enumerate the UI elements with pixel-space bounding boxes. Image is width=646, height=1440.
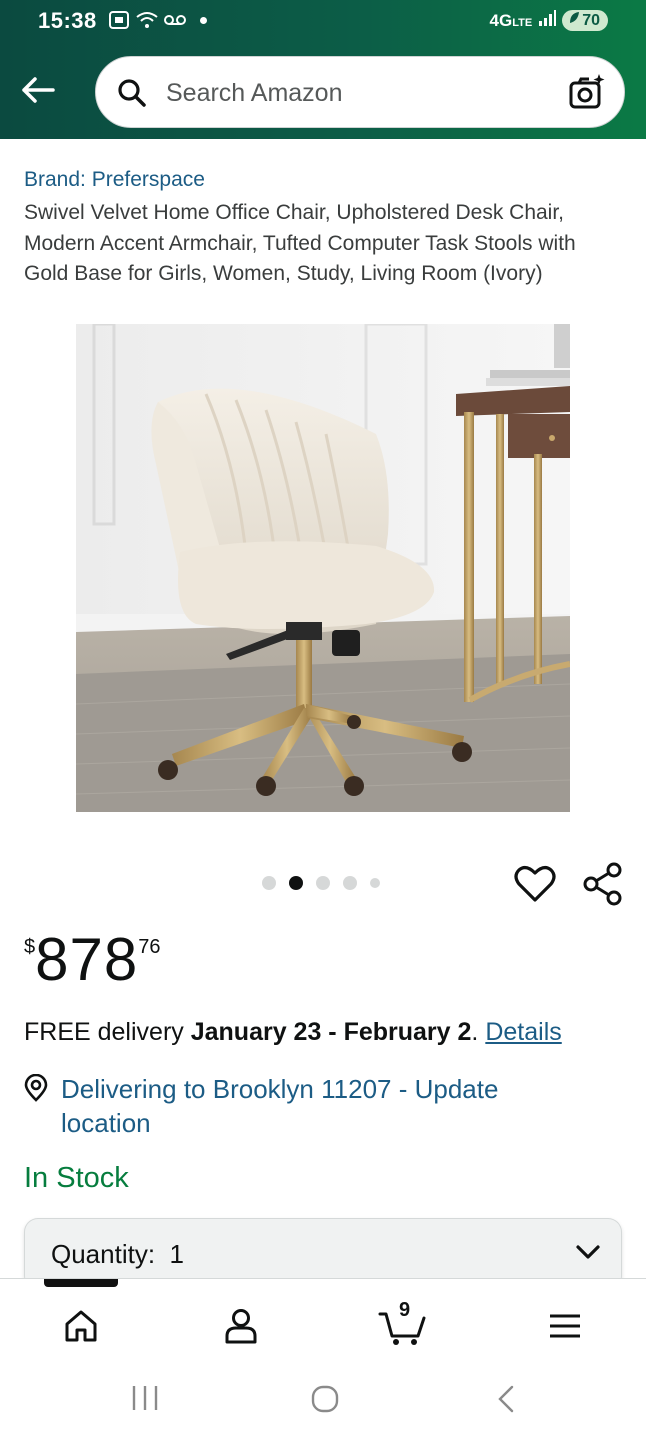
quantity-value: 1 — [169, 1239, 184, 1269]
delivery-details-link[interactable]: Details — [485, 1018, 561, 1046]
quantity-label-text: Quantity: — [51, 1239, 156, 1269]
signal-icon — [538, 10, 557, 31]
price-whole: 878 — [35, 926, 139, 993]
arrow-left-icon — [22, 77, 55, 103]
location-text[interactable]: Delivering to Brooklyn 11207 - Update lo… — [61, 1072, 561, 1140]
carousel-dot[interactable] — [262, 876, 276, 890]
chevron-left-icon — [498, 1385, 514, 1413]
camera-search-button[interactable] — [568, 73, 606, 116]
status-icons — [108, 10, 207, 30]
notification-dot — [200, 16, 207, 24]
price: $ 878 76 — [24, 928, 160, 992]
status-bar: 15:38 4GLTE 70 — [0, 0, 646, 44]
delivery-dates: January 23 - February 2 — [190, 1018, 472, 1046]
search-bar[interactable] — [95, 56, 625, 128]
recent-apps-button[interactable] — [130, 1384, 160, 1417]
battery-indicator: 70 — [562, 10, 608, 31]
brand-link[interactable]: Brand: Preferspace — [24, 168, 205, 192]
location-pin-icon — [24, 1074, 48, 1102]
network-indicator: 4GLTE — [490, 11, 533, 31]
battery-level: 70 — [582, 11, 600, 29]
image-carousel-indicator[interactable] — [262, 876, 380, 890]
battery-leaf-icon — [568, 11, 580, 30]
nav-account-button[interactable] — [216, 1301, 266, 1351]
back-system-button[interactable] — [494, 1384, 516, 1419]
delivery-location[interactable]: Delivering to Brooklyn 11207 - Update lo… — [24, 1072, 561, 1140]
bottom-navigation: 9 — [0, 1278, 646, 1362]
cart-count-badge: 9 — [399, 1299, 411, 1321]
screenshot-icon — [108, 10, 130, 30]
product-title: Swivel Velvet Home Office Chair, Upholst… — [24, 201, 576, 285]
nav-home-button[interactable] — [56, 1301, 106, 1351]
back-button[interactable] — [16, 70, 60, 110]
share-icon — [583, 862, 622, 906]
network-subtype: LTE — [512, 16, 533, 29]
price-currency: $ — [24, 936, 36, 958]
search-icon — [118, 79, 146, 107]
app-header: 15:38 4GLTE 70 — [0, 0, 646, 139]
delivery-info: FREE delivery January 23 - February 2. D… — [24, 1018, 562, 1047]
delivery-prefix: FREE delivery — [24, 1018, 191, 1046]
carousel-dot[interactable] — [316, 876, 330, 890]
home-icon — [65, 1310, 97, 1342]
heart-icon — [514, 866, 556, 902]
search-input[interactable] — [166, 75, 546, 111]
system-navigation-bar — [0, 1362, 646, 1440]
home-system-button[interactable] — [310, 1384, 340, 1419]
nav-menu-button[interactable] — [540, 1301, 590, 1351]
product-image[interactable] — [76, 324, 570, 812]
share-button[interactable] — [582, 862, 624, 911]
recent-apps-icon — [132, 1386, 158, 1410]
active-tab-indicator — [44, 1279, 118, 1287]
home-circle-icon — [311, 1385, 339, 1413]
quantity-label: Quantity: 1 — [51, 1239, 184, 1270]
carousel-dot[interactable] — [343, 876, 357, 890]
delivery-suffix: . — [471, 1018, 486, 1046]
camera-sparkle-icon — [569, 74, 605, 109]
network-type: 4G — [489, 10, 513, 30]
chevron-down-icon — [576, 1245, 600, 1259]
wifi-icon — [136, 10, 158, 30]
hamburger-menu-icon — [550, 1314, 580, 1338]
status-time: 15:38 — [38, 8, 97, 33]
wishlist-button[interactable] — [514, 864, 556, 909]
stock-status: In Stock — [24, 1162, 129, 1194]
carousel-dot-active[interactable] — [289, 876, 303, 890]
person-icon — [225, 1309, 257, 1344]
carousel-dot[interactable] — [370, 878, 380, 888]
voicemail-icon — [164, 10, 186, 30]
price-fraction: 76 — [138, 936, 161, 958]
